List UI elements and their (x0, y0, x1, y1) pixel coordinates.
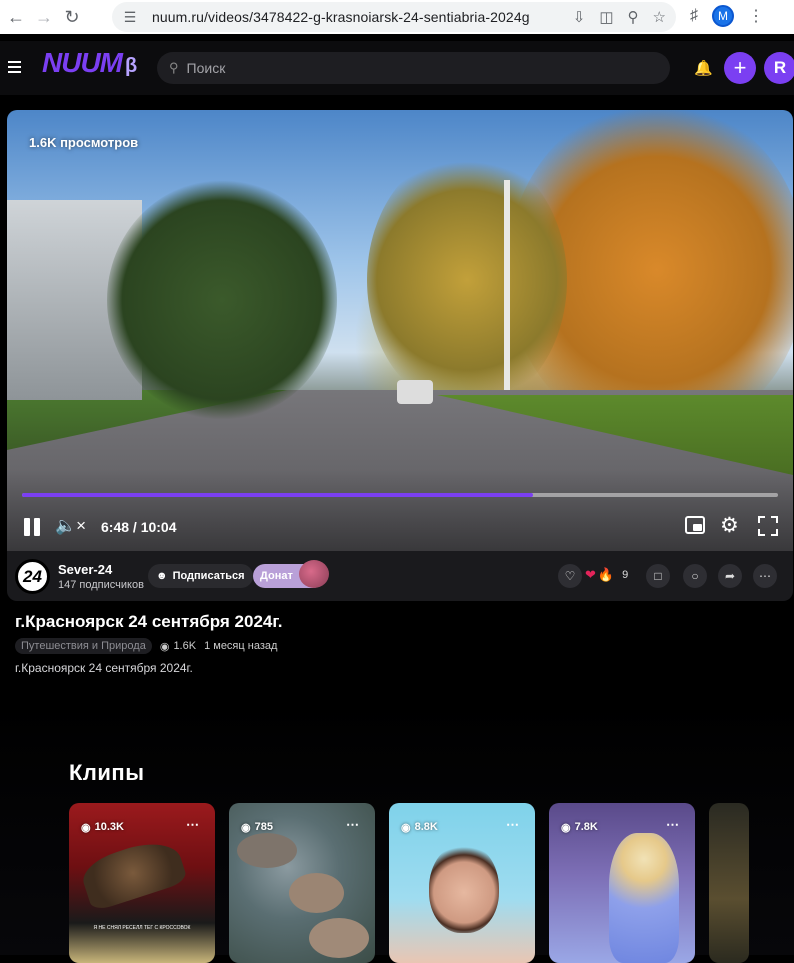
clip-more-icon[interactable]: ⋯ (346, 817, 359, 833)
channel-avatar[interactable]: 24 (15, 559, 50, 594)
beta-badge: β (125, 55, 137, 77)
progress-fill (22, 493, 534, 497)
mute-icon[interactable]: 🔈× (55, 516, 86, 536)
menu-icon[interactable] (8, 61, 21, 73)
save-button[interactable]: □ (646, 564, 670, 588)
views-overlay: 1.6K просмотров (29, 135, 139, 150)
clip-card[interactable]: ◉ 785 ⋯ (229, 803, 375, 963)
search-icon: ⚲ (169, 60, 179, 75)
video-player[interactable]: 1.6K просмотров 🔈× 6:48 / 10:04 ⚙ (7, 110, 793, 551)
more-icon: ⋯ (759, 569, 771, 583)
comment-button[interactable]: ○ (683, 564, 707, 588)
browser-menu-icon[interactable]: ⋮ (748, 6, 764, 26)
translate-icon[interactable]: ◫ (599, 8, 613, 26)
browser-toolbar: ← → ↻ ☰ nuum.ru/videos/3478422-g-krasnoi… (0, 0, 794, 34)
search-placeholder: Поиск (186, 60, 226, 76)
site-info-icon[interactable]: ☰ (118, 9, 142, 26)
subscribe-label: Подписаться (172, 570, 245, 582)
app-header: NUUM β ⚲ Поиск 🔔 + R (0, 41, 794, 95)
profile-avatar[interactable]: M (712, 5, 734, 27)
posted-time: 1 месяц назад (204, 640, 278, 652)
eye-icon: ◉ (159, 640, 170, 653)
fire-icon: 🔥 (597, 567, 615, 582)
url-text[interactable]: nuum.ru/videos/3478422-g-krasnoiarsk-24-… (152, 9, 530, 25)
clip-more-icon[interactable]: ⋯ (666, 817, 679, 833)
clip-card-partial[interactable] (709, 803, 749, 963)
zoom-icon[interactable]: ⚲ (628, 8, 639, 26)
clip-views: ◉ 785 (241, 821, 273, 834)
donate-label: Донат (260, 570, 293, 582)
address-bar[interactable]: ☰ nuum.ru/videos/3478422-g-krasnoiarsk-2… (112, 2, 676, 32)
donate-mascot-icon (299, 560, 329, 588)
clip-card[interactable]: ◉ 7.8K ⋯ (549, 803, 695, 963)
eye-icon: ◉ (561, 822, 571, 834)
clip-caption: Я НЕ СНЯЛ РЕСЕЛЛ ТЕГ С КРОССОВОК (93, 925, 191, 931)
views-count: ◉ 1.6K (159, 639, 197, 653)
notifications-icon[interactable]: 🔔 (694, 59, 713, 77)
create-button[interactable]: + (724, 52, 756, 84)
reactions[interactable]: ❤ 🔥 9 (585, 567, 628, 583)
user-avatar[interactable]: R (764, 52, 794, 84)
donate-button[interactable]: Донат (253, 560, 329, 588)
share-button[interactable]: ➦ (718, 564, 742, 588)
clips-heading: Клипы (69, 760, 145, 785)
more-button[interactable]: ⋯ (753, 564, 777, 588)
clip-card[interactable]: ◉ 8.8K ⋯ (389, 803, 535, 963)
comment-icon: ○ (691, 569, 699, 583)
picture-in-picture-icon[interactable] (685, 516, 705, 534)
extensions-icon[interactable]: ♯ (690, 7, 698, 25)
heart-outline-icon: ♡ (564, 569, 576, 583)
share-icon: ➦ (724, 569, 736, 583)
pause-icon[interactable] (24, 518, 42, 536)
clip-views: ◉ 7.8K (561, 821, 598, 834)
like-button[interactable]: ♡ (558, 564, 582, 588)
reload-icon[interactable]: ↻ (60, 5, 84, 29)
video-description: г.Красноярск 24 сентября 2024г. (15, 661, 193, 675)
reactions-count: 9 (622, 569, 629, 581)
video-meta: Путешествия и Природа ◉ 1.6K 1 месяц наза… (15, 638, 277, 654)
clip-card[interactable]: ◉ 10.3K ⋯ Я НЕ СНЯЛ РЕСЕЛЛ ТЕГ С КРОССОВО… (69, 803, 215, 963)
forward-icon[interactable]: → (32, 5, 56, 29)
search-input[interactable]: ⚲ Поиск (157, 52, 670, 84)
gear-icon[interactable]: ⚙ (720, 513, 739, 538)
clip-views: ◉ 10.3K (81, 821, 124, 834)
eye-icon: ◉ (401, 822, 411, 834)
site-logo[interactable]: NUUM β (42, 47, 137, 79)
eye-icon: ◉ (81, 822, 91, 834)
channel-bar: 24 Sever-24 147 подписчиков ☻ Подписатьс… (7, 551, 793, 601)
progress-bar[interactable] (22, 493, 778, 497)
eye-icon: ◉ (241, 822, 251, 834)
category-tag[interactable]: Путешествия и Природа (15, 638, 152, 654)
clip-more-icon[interactable]: ⋯ (186, 817, 199, 833)
video-title: г.Красноярск 24 сентября 2024г. (15, 612, 283, 631)
heart-icon: ❤ (585, 567, 596, 582)
timecode: 6:48 / 10:04 (101, 519, 177, 535)
subscriber-count: 147 подписчиков (58, 579, 144, 591)
back-icon[interactable]: ← (4, 5, 28, 29)
channel-name[interactable]: Sever-24 (58, 562, 112, 577)
clip-more-icon[interactable]: ⋯ (506, 817, 519, 833)
install-icon[interactable]: ⇩ (573, 8, 586, 26)
user-plus-icon: ☻ (156, 570, 168, 582)
clip-views: ◉ 8.8K (401, 821, 438, 834)
fullscreen-icon[interactable] (758, 516, 778, 536)
bookmark-icon: □ (654, 569, 662, 583)
subscribe-button[interactable]: ☻ Подписаться (148, 564, 253, 588)
bookmark-star-icon[interactable]: ☆ (653, 8, 666, 26)
